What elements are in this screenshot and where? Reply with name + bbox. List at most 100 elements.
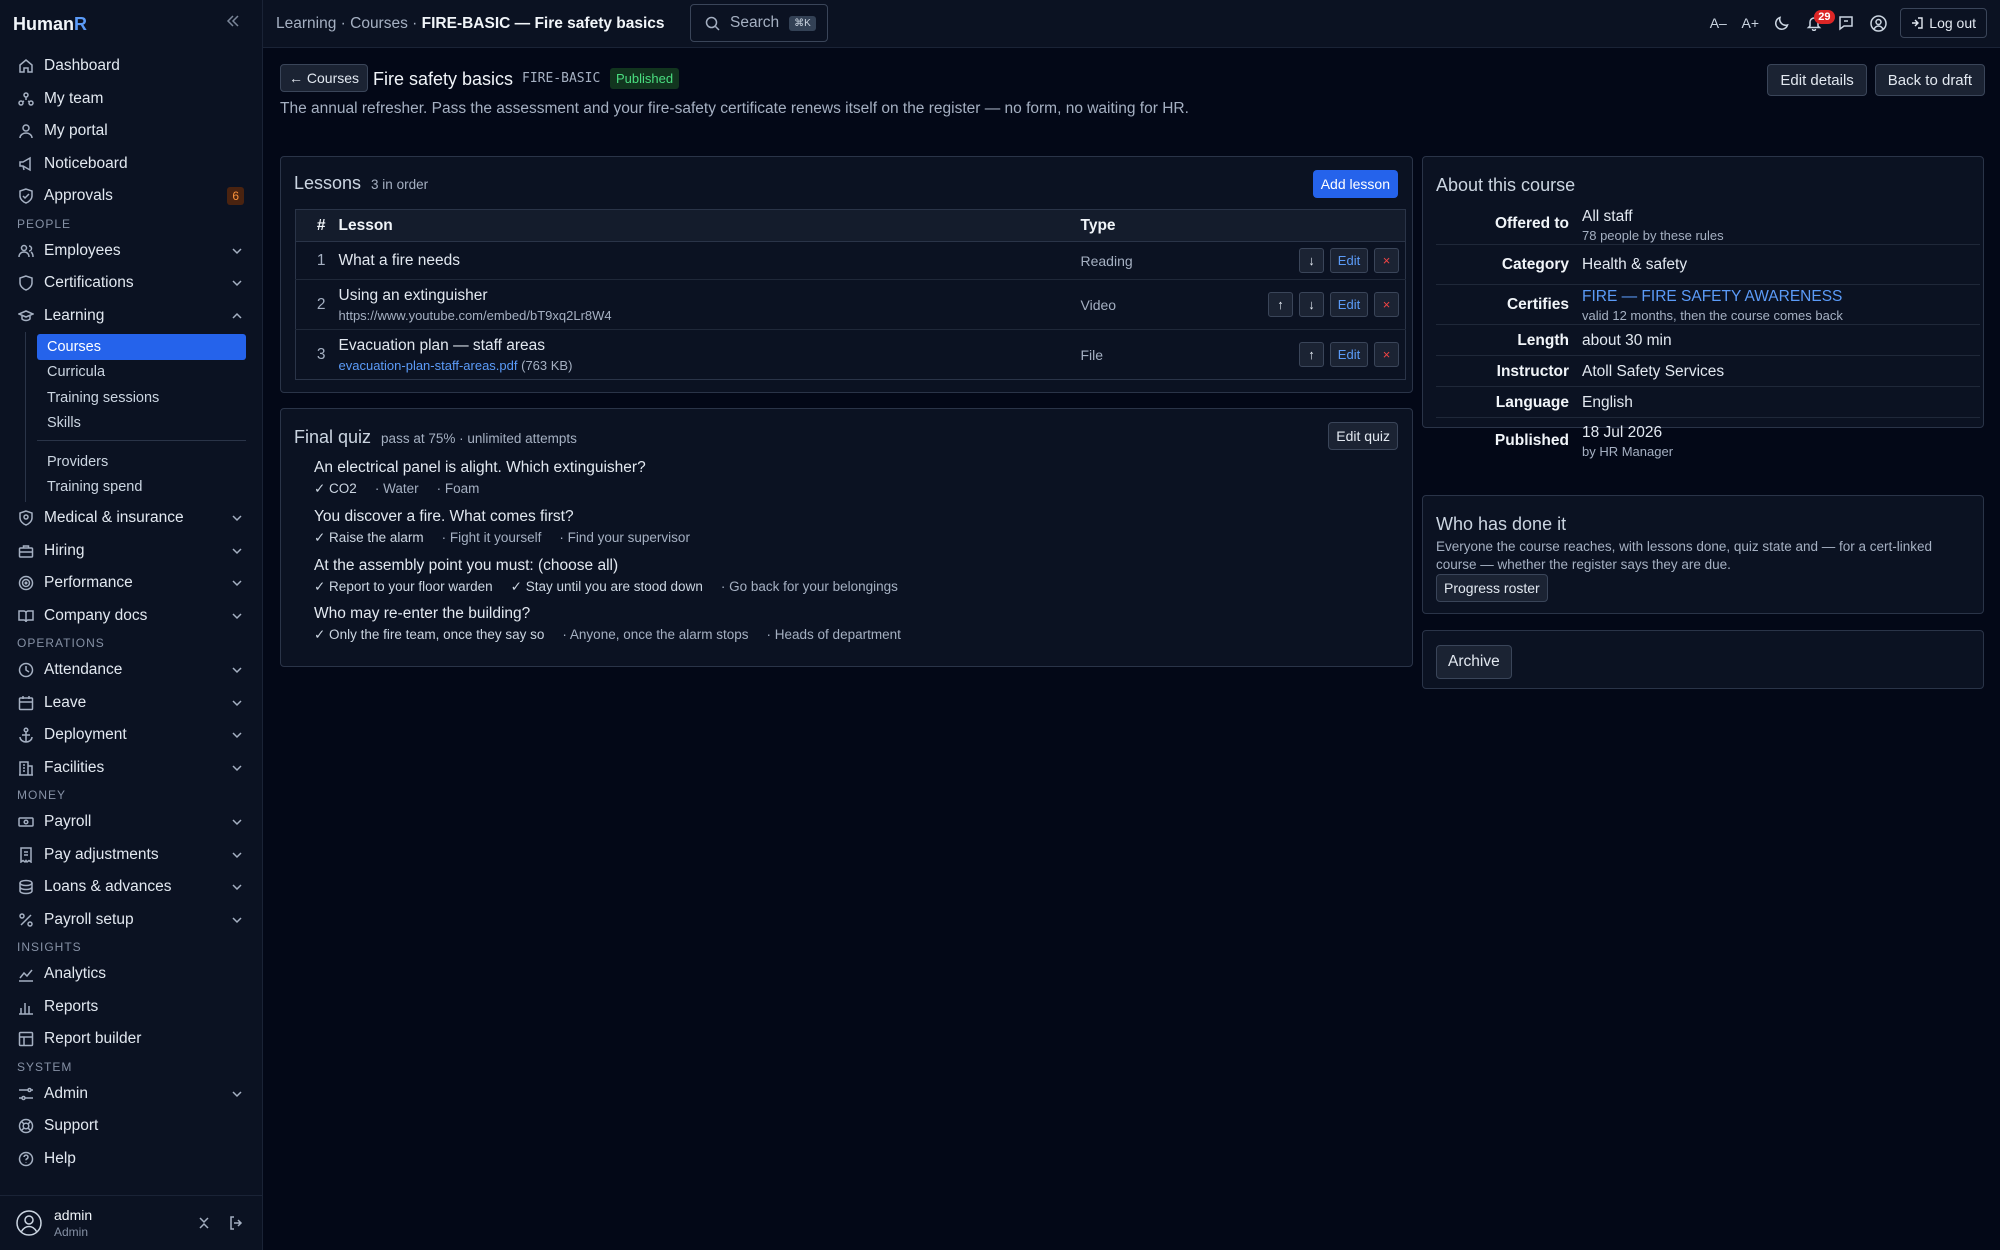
nav-my-team[interactable]: My team	[0, 83, 263, 116]
nav-my-portal[interactable]: My portal	[0, 115, 263, 148]
subnav-providers[interactable]: Providers	[37, 449, 246, 475]
chevron-up-icon	[231, 310, 243, 322]
lesson-file-link[interactable]: evacuation-plan-staff-areas.pdf	[339, 358, 518, 373]
search-button[interactable]: Search ⌘K	[690, 4, 828, 42]
status-badge: Published	[610, 68, 680, 89]
quiz-subtitle: pass at 75% · unlimited attempts	[381, 431, 577, 446]
nav-noticeboard[interactable]: Noticeboard	[0, 148, 263, 181]
nav-attendance[interactable]: Attendance	[0, 654, 263, 687]
subnav-skills[interactable]: Skills	[37, 411, 246, 437]
nav-report-builder[interactable]: Report builder	[0, 1023, 263, 1056]
nav-employees[interactable]: Employees	[0, 235, 263, 268]
nav-leave[interactable]: Leave	[0, 687, 263, 720]
nav-deployment[interactable]: Deployment	[0, 719, 263, 752]
breadcrumb-courses[interactable]: Courses	[350, 15, 408, 32]
edit-details-button[interactable]: Edit details	[1767, 64, 1867, 96]
nav-help[interactable]: Help	[0, 1143, 263, 1176]
collapse-sidebar-icon[interactable]	[226, 14, 240, 28]
receipt-icon	[18, 847, 34, 863]
nav-analytics[interactable]: Analytics	[0, 958, 263, 991]
nav-label: Employees	[44, 241, 121, 259]
back-to-draft-button[interactable]: Back to draft	[1874, 64, 1985, 96]
subnav-courses[interactable]: Courses	[37, 334, 246, 360]
prop-sub: by HR Manager	[1582, 444, 1674, 459]
move-up-button[interactable]: ↑	[1299, 342, 1324, 367]
brand-logo[interactable]: HumanR	[13, 14, 87, 35]
lesson-actions: ↓ Edit ×	[1265, 241, 1406, 280]
nav-learning[interactable]: Learning	[0, 300, 263, 333]
prop-value: about 30 min	[1582, 332, 1672, 349]
certification-link[interactable]: FIRE — FIRE SAFETY AWARENESS	[1582, 288, 1980, 306]
nav-label: Report builder	[44, 1030, 142, 1048]
nav-label: Pay adjustments	[44, 845, 159, 863]
nav-pay-adjustments[interactable]: Pay adjustments	[0, 839, 263, 872]
nav-reports[interactable]: Reports	[0, 991, 263, 1024]
chevron-down-icon	[231, 816, 243, 828]
prop-value: All staff	[1582, 208, 1633, 225]
nav-support[interactable]: Support	[0, 1110, 263, 1143]
quiz-question: Who may re-enter the building? ✓ Only th…	[314, 605, 901, 643]
moon-icon[interactable]	[1766, 15, 1798, 31]
edit-lesson-button[interactable]: Edit	[1330, 292, 1368, 317]
move-up-button[interactable]: ↑	[1268, 292, 1293, 317]
move-down-button[interactable]: ↓	[1299, 292, 1324, 317]
topbar: Learning · Courses · FIRE-BASIC — Fire s…	[263, 0, 2000, 48]
nav-medical-insurance[interactable]: Medical & insurance	[0, 502, 263, 535]
nav-company-docs[interactable]: Company docs	[0, 600, 263, 633]
learning-submenu: Courses Curricula Training sessions Skil…	[25, 332, 263, 502]
nav-label: Certifications	[44, 274, 134, 292]
nav-performance[interactable]: Performance	[0, 567, 263, 600]
lessons-subtitle: 3 in order	[371, 177, 429, 192]
account-icon[interactable]	[1862, 14, 1894, 32]
subnav-curricula[interactable]: Curricula	[37, 360, 246, 386]
remove-lesson-button[interactable]: ×	[1374, 248, 1399, 273]
nav-hiring[interactable]: Hiring	[0, 535, 263, 568]
nav-label: Leave	[44, 693, 87, 711]
message-icon[interactable]	[1830, 15, 1862, 31]
subnav-training-sessions[interactable]: Training sessions	[37, 385, 246, 411]
chevron-down-icon	[231, 245, 243, 257]
back-to-courses-button[interactable]: ← Courses	[280, 64, 369, 92]
prop-value: English	[1582, 394, 1633, 411]
nav-label: My team	[44, 89, 104, 107]
section-header-system: SYSTEM	[17, 1059, 73, 1074]
briefcase-icon	[18, 543, 34, 559]
who-card: Who has done it Everyone the course reac…	[1422, 495, 1984, 614]
course-code: FIRE-BASIC	[522, 71, 601, 86]
sign-out-icon[interactable]	[229, 1216, 243, 1230]
user-profile[interactable]: admin Admin	[0, 1195, 263, 1250]
remove-lesson-button[interactable]: ×	[1374, 292, 1399, 317]
subnav-training-spend[interactable]: Training spend	[37, 475, 246, 501]
font-decrease-button[interactable]: A–	[1702, 15, 1734, 31]
nav-payroll-setup[interactable]: Payroll setup	[0, 904, 263, 937]
move-down-button[interactable]: ↓	[1299, 248, 1324, 273]
anchor-icon	[18, 727, 34, 744]
expand-collapse-icon[interactable]	[197, 1216, 211, 1230]
archive-button[interactable]: Archive	[1436, 645, 1512, 679]
option: · Foam	[436, 481, 480, 496]
help-circle-icon	[18, 1151, 34, 1167]
nav-approvals[interactable]: Approvals 6	[0, 180, 263, 213]
nav-payroll[interactable]: Payroll	[0, 806, 263, 839]
nav-label: Help	[44, 1149, 76, 1167]
team-icon	[18, 91, 34, 107]
nav-label: Reports	[44, 997, 99, 1015]
edit-lesson-button[interactable]: Edit	[1330, 248, 1368, 273]
option: · Fight it yourself	[441, 530, 542, 545]
nav-dashboard[interactable]: Dashboard	[0, 50, 263, 83]
nav-label: Medical & insurance	[44, 509, 184, 527]
remove-lesson-button[interactable]: ×	[1374, 342, 1399, 367]
lesson-num: 2	[295, 279, 339, 330]
breadcrumb-learning[interactable]: Learning	[276, 15, 336, 32]
font-increase-button[interactable]: A+	[1734, 15, 1766, 31]
nav-facilities[interactable]: Facilities	[0, 752, 263, 785]
nav-certifications[interactable]: Certifications	[0, 267, 263, 300]
progress-roster-button[interactable]: Progress roster	[1436, 574, 1548, 602]
nav-admin[interactable]: Admin	[0, 1078, 263, 1111]
logout-button[interactable]: Log out	[1900, 8, 1987, 38]
bell-icon[interactable]: 29	[1798, 10, 1835, 31]
edit-quiz-button[interactable]: Edit quiz	[1328, 422, 1398, 450]
nav-loans-advances[interactable]: Loans & advances	[0, 871, 263, 904]
edit-lesson-button[interactable]: Edit	[1330, 342, 1368, 367]
add-lesson-button[interactable]: Add lesson	[1312, 170, 1398, 198]
